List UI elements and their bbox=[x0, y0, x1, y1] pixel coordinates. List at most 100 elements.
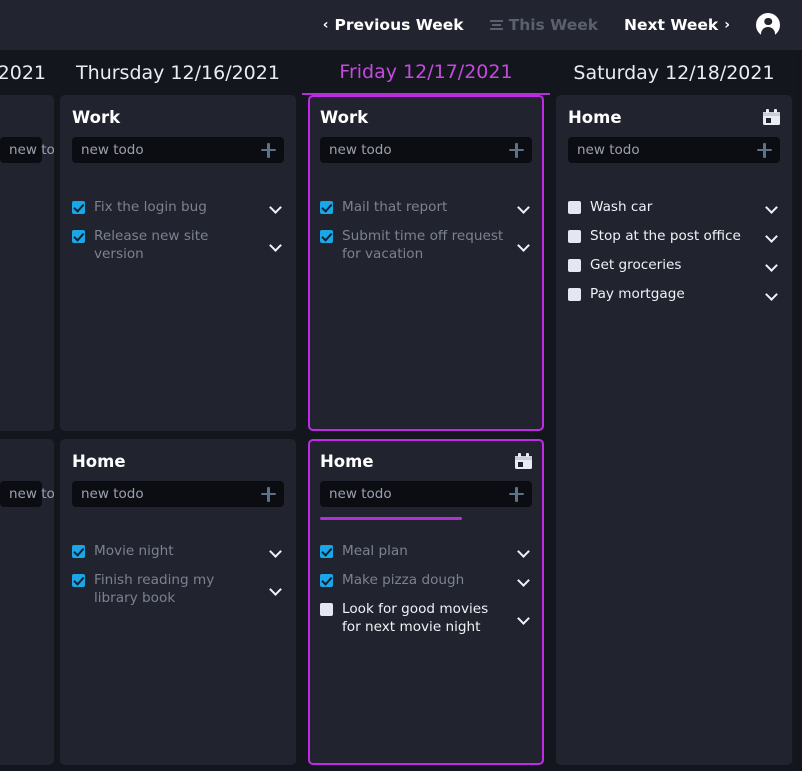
new-todo-input[interactable] bbox=[329, 142, 509, 158]
chevron-down-icon[interactable] bbox=[516, 200, 532, 216]
card-title: Home bbox=[72, 452, 126, 471]
todo-list: Fix the login bug Release new site versio… bbox=[72, 193, 284, 269]
todo-checkbox-checked[interactable] bbox=[72, 230, 85, 243]
this-week-label: This Week bbox=[509, 16, 598, 34]
day-card-stack: Home Wash carStop at the post officeGet g… bbox=[550, 95, 798, 771]
todo-item: Finish reading my library book bbox=[72, 566, 284, 613]
day-header: Thursday 12/16/2021 bbox=[54, 50, 302, 95]
todo-item-label: Fix the login bug bbox=[93, 199, 260, 217]
new-todo-input-group[interactable] bbox=[320, 137, 532, 163]
card-header bbox=[0, 449, 42, 473]
todo-item-label: Release new site version bbox=[93, 228, 260, 264]
card-header: Home bbox=[568, 105, 780, 129]
new-todo-input-group[interactable] bbox=[568, 137, 780, 163]
todo-list: Mail that report Submit time off request … bbox=[320, 193, 532, 269]
new-todo-input[interactable] bbox=[9, 486, 54, 502]
day-column: 2021 bbox=[0, 50, 54, 771]
todo-item-label: Pay mortgage bbox=[589, 286, 756, 304]
day-column: Saturday 12/18/2021 Home Wash carStop at t… bbox=[550, 50, 798, 771]
chevron-down-icon[interactable] bbox=[268, 238, 284, 254]
new-todo-input-group[interactable] bbox=[0, 481, 42, 507]
todo-checkbox-checked[interactable] bbox=[320, 230, 333, 243]
chevron-down-icon[interactable] bbox=[764, 200, 780, 216]
todo-item: Movie night bbox=[72, 537, 284, 566]
chevron-down-icon[interactable] bbox=[516, 544, 532, 560]
previous-week-button[interactable]: ‹ Previous Week bbox=[323, 16, 464, 34]
day-card-stack: Work Fix the login bug Release new site ve… bbox=[54, 95, 302, 771]
card-title: Home bbox=[320, 452, 374, 471]
add-todo-icon[interactable] bbox=[509, 143, 524, 158]
add-todo-icon[interactable] bbox=[261, 143, 276, 158]
todo-checkbox-checked[interactable] bbox=[320, 545, 333, 558]
day-card-stack bbox=[0, 95, 54, 771]
next-week-button[interactable]: Next Week › bbox=[624, 16, 730, 34]
new-todo-input[interactable] bbox=[81, 142, 261, 158]
todo-list-card bbox=[0, 439, 54, 765]
chevron-down-icon[interactable] bbox=[516, 238, 532, 254]
chevron-down-icon[interactable] bbox=[268, 200, 284, 216]
calendar-icon[interactable] bbox=[515, 453, 532, 469]
day-header: Friday 12/17/2021 bbox=[302, 50, 550, 95]
new-todo-input-group[interactable] bbox=[72, 481, 284, 507]
new-todo-input[interactable] bbox=[81, 486, 261, 502]
new-todo-input[interactable] bbox=[577, 142, 757, 158]
todo-checkbox-checked[interactable] bbox=[72, 574, 85, 587]
chevron-down-icon[interactable] bbox=[764, 258, 780, 274]
todo-item: Wash car bbox=[568, 193, 780, 222]
todo-item: Mail that report bbox=[320, 193, 532, 222]
add-todo-icon[interactable] bbox=[757, 143, 772, 158]
day-column: Friday 12/17/2021 Work Mail that report Sub… bbox=[302, 50, 550, 771]
progress-spacer bbox=[72, 163, 284, 185]
new-todo-input-group[interactable] bbox=[320, 481, 532, 507]
day-header: Saturday 12/18/2021 bbox=[550, 50, 798, 95]
chevron-down-icon[interactable] bbox=[764, 229, 780, 245]
day-header: 2021 bbox=[0, 50, 54, 95]
chevron-down-icon[interactable] bbox=[268, 544, 284, 560]
todo-item: Get groceries bbox=[568, 251, 780, 280]
day-card-stack: Work Mail that report Submit time off requ… bbox=[302, 95, 550, 771]
chevron-down-icon[interactable] bbox=[764, 287, 780, 303]
add-todo-icon[interactable] bbox=[261, 487, 276, 502]
chevron-right-icon: › bbox=[724, 18, 730, 32]
todo-checkbox-checked[interactable] bbox=[72, 545, 85, 558]
todo-list: Movie nightFinish reading my library boo… bbox=[72, 537, 284, 613]
add-todo-icon[interactable] bbox=[509, 487, 524, 502]
chevron-down-icon[interactable] bbox=[516, 573, 532, 589]
card-header: Work bbox=[320, 105, 532, 129]
todo-item: Make pizza dough bbox=[320, 566, 532, 595]
top-navigation-bar: ‹ Previous Week This Week Next Week › bbox=[0, 0, 802, 50]
todo-item: Meal plan bbox=[320, 537, 532, 566]
progress-bar-fill bbox=[320, 517, 462, 520]
card-title: Work bbox=[72, 108, 120, 127]
todo-list: Meal planMake pizza doughLook for good m… bbox=[320, 537, 532, 642]
todo-list-card: HomeMeal planMake pizza doughLook for go… bbox=[308, 439, 544, 765]
progress-bar-track bbox=[320, 507, 532, 529]
todo-checkbox-unchecked[interactable] bbox=[320, 603, 333, 616]
progress-spacer bbox=[320, 163, 532, 185]
todo-checkbox-unchecked[interactable] bbox=[568, 288, 581, 301]
account-circle-icon[interactable] bbox=[756, 13, 780, 37]
chevron-down-icon[interactable] bbox=[268, 582, 284, 598]
todo-checkbox-checked[interactable] bbox=[72, 201, 85, 214]
chevron-down-icon[interactable] bbox=[516, 611, 532, 627]
todo-checkbox-checked[interactable] bbox=[320, 201, 333, 214]
card-header: Home bbox=[72, 449, 284, 473]
todo-checkbox-unchecked[interactable] bbox=[568, 230, 581, 243]
todo-checkbox-unchecked[interactable] bbox=[568, 259, 581, 272]
todo-list-card: Home Movie nightFinish reading my library… bbox=[60, 439, 296, 765]
new-todo-input[interactable] bbox=[9, 142, 54, 158]
todo-checkbox-checked[interactable] bbox=[320, 574, 333, 587]
new-todo-input[interactable] bbox=[329, 486, 509, 502]
card-title: Home bbox=[568, 108, 622, 127]
todo-checkbox-unchecked[interactable] bbox=[568, 201, 581, 214]
card-header bbox=[0, 105, 42, 129]
new-todo-input-group[interactable] bbox=[0, 137, 42, 163]
todo-list: Wash carStop at the post officeGet groce… bbox=[568, 193, 780, 309]
calendar-icon[interactable] bbox=[763, 109, 780, 125]
todo-item-label: Submit time off request for vacation bbox=[341, 228, 508, 264]
new-todo-input-group[interactable] bbox=[72, 137, 284, 163]
todo-item-label: Meal plan bbox=[341, 543, 508, 561]
this-week-button[interactable]: This Week bbox=[490, 16, 598, 34]
progress-spacer bbox=[0, 163, 42, 185]
todo-item-label: Mail that report bbox=[341, 199, 508, 217]
